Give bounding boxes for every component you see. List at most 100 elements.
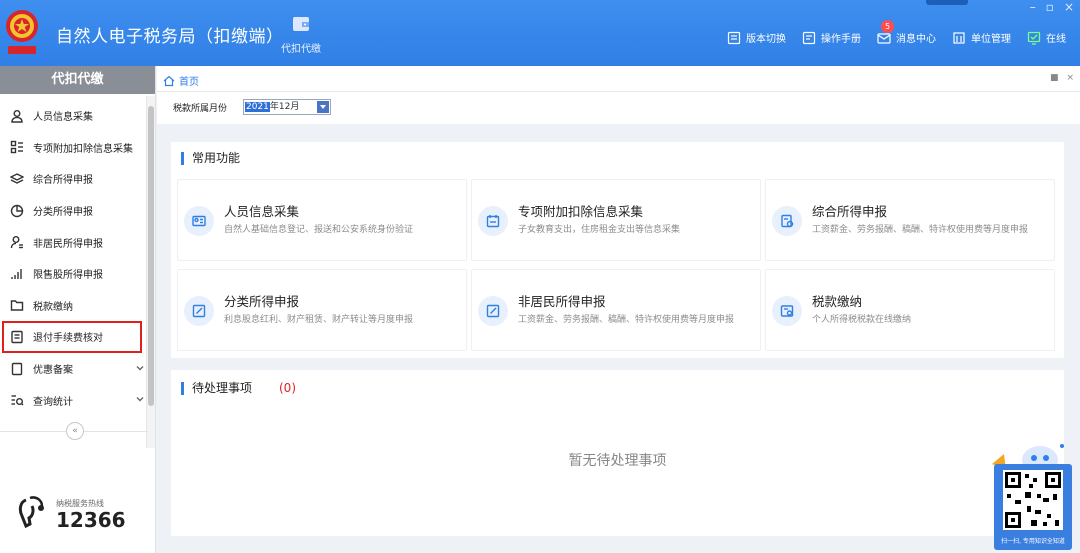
period-select[interactable]: 2021年12月 xyxy=(243,99,331,115)
tab-close-button[interactable]: × xyxy=(1066,73,1074,83)
hotline-label: 纳税服务热线 xyxy=(56,498,104,508)
chevron-down-icon xyxy=(136,397,144,402)
sidebar-item-fee-refund-check[interactable]: 退付手续费核对 xyxy=(2,321,142,353)
message-center-button[interactable]: 5 消息中心 xyxy=(877,20,936,45)
card-person-info[interactable]: 人员信息采集 自然人基础信息登记、报送和公安系统身份验证 xyxy=(177,179,467,261)
card-title: 综合所得申报 xyxy=(812,204,888,219)
folder-icon xyxy=(10,300,24,312)
card-comprehensive-income[interactable]: 综合所得申报 工资薪金、劳务报酬、稿酬、特许权使用费等月度申报 xyxy=(765,179,1055,261)
card-desc: 利息股息红利、财产租赁、财产转让等月度申报 xyxy=(224,315,414,325)
sidebar-item-comprehensive-income[interactable]: 综合所得申报 xyxy=(0,163,146,195)
todo-empty-message: 暂无待处理事项 xyxy=(568,453,667,469)
sidebar-item-special-deduction[interactable]: 专项附加扣除信息采集 xyxy=(0,132,146,164)
sidebar-item-query-statistics[interactable]: 查询统计 xyxy=(0,384,146,416)
tab-restore-button[interactable]: ■ xyxy=(1050,73,1059,83)
qr-code-icon xyxy=(1005,472,1061,528)
wallet-icon xyxy=(293,17,309,31)
card-classified-income[interactable]: 分类所得申报 利息股息红利、财产租赁、财产转让等月度申报 xyxy=(177,269,467,351)
card-title: 分类所得申报 xyxy=(224,294,300,309)
version-switch-label: 版本切换 xyxy=(746,34,786,45)
scrollbar-thumb[interactable] xyxy=(148,106,154,406)
card-nonresident-income[interactable]: 非居民所得申报 工资薪金、劳务报酬、稿酬、特许权使用费等月度申报 xyxy=(471,269,761,351)
card-desc: 个人所得税税款在线缴纳 xyxy=(812,315,912,325)
close-button[interactable]: × xyxy=(1064,0,1074,14)
message-badge: 5 xyxy=(881,20,894,33)
manual-icon xyxy=(802,31,816,44)
card-desc: 子女教育支出，住房租金支出等信息采集 xyxy=(518,225,681,235)
pay-icon xyxy=(780,305,794,317)
dropdown-arrow-icon[interactable] xyxy=(317,101,329,113)
window-controls: – ▫ × xyxy=(1030,0,1074,14)
todo-panel: 待处理事项 (0) 暂无待处理事项 xyxy=(171,370,1064,536)
sidebar-item-restricted-stock[interactable]: 限售股所得申报 xyxy=(0,258,146,290)
bar-signal-icon xyxy=(11,268,22,279)
tab-home-label: 首页 xyxy=(179,77,199,88)
sidebar-item-label: 分类所得申报 xyxy=(33,207,93,219)
doc-add-icon xyxy=(781,214,794,228)
card-icon-wrap xyxy=(478,206,508,236)
tax-emblem-icon xyxy=(6,10,38,54)
sidebar-item-label: 税款缴纳 xyxy=(33,301,73,313)
sidebar-item-nonresident-income[interactable]: 非居民所得申报 xyxy=(0,226,146,258)
sidebar-collapse-button[interactable]: « xyxy=(66,422,84,440)
building-icon xyxy=(953,31,965,44)
card-desc: 工资薪金、劳务报酬、稿酬、特许权使用费等月度申报 xyxy=(518,315,735,325)
sidebar-item-person-info[interactable]: 人员信息采集 xyxy=(0,100,146,132)
tab-bar: 首页 ■ × xyxy=(157,66,1080,92)
sidebar-item-label: 人员信息采集 xyxy=(33,112,93,124)
sidebar-scrollbar[interactable] xyxy=(146,96,155,448)
qr-caption: 扫一扫, 专用知识全知道 xyxy=(1001,538,1065,545)
home-icon xyxy=(163,75,175,86)
online-status[interactable]: 在线 xyxy=(1027,30,1066,45)
hotline: 纳税服务热线 12366 xyxy=(16,494,126,534)
sidebar-item-classified-income[interactable]: 分类所得申报 xyxy=(0,195,146,227)
app-title: 自然人电子税务局（扣缴端） xyxy=(56,27,284,47)
card-desc: 工资薪金、劳务报酬、稿酬、特许权使用费等月度申报 xyxy=(812,225,1029,235)
todo-title: 待处理事项 xyxy=(181,382,252,395)
qr-code xyxy=(1003,470,1063,530)
card-special-deduction[interactable]: 专项附加扣除信息采集 子女教育支出，住房租金支出等信息采集 xyxy=(471,179,761,261)
headset-icon xyxy=(18,496,44,529)
period-label: 税款所属月份 xyxy=(173,104,228,114)
unit-management-button[interactable]: 单位管理 xyxy=(952,30,1011,45)
message-center-label: 消息中心 xyxy=(896,34,936,45)
list-grid-icon xyxy=(10,141,23,154)
pie-icon xyxy=(10,204,24,217)
top-module-withholding[interactable]: 代扣代缴 xyxy=(276,12,326,55)
card-title: 专项附加扣除信息采集 xyxy=(518,204,644,219)
card-icon-wrap xyxy=(772,296,802,326)
document-icon xyxy=(11,362,23,375)
minimize-button[interactable]: – xyxy=(1030,0,1036,14)
manual-label: 操作手册 xyxy=(821,34,861,45)
qr-widget[interactable]: 扫一扫, 专用知识全知道 xyxy=(990,440,1076,550)
online-icon xyxy=(1027,31,1041,45)
online-label: 在线 xyxy=(1046,34,1066,45)
card-title: 人员信息采集 xyxy=(224,204,300,219)
layers-icon xyxy=(10,173,24,184)
version-switch-button[interactable]: 版本切换 xyxy=(727,30,786,45)
id-card-icon xyxy=(192,215,206,227)
tab-home[interactable]: 首页 xyxy=(163,73,199,88)
manual-button[interactable]: 操作手册 xyxy=(802,30,861,45)
common-functions-title: 常用功能 xyxy=(181,152,240,165)
sidebar-item-preferential-filing[interactable]: 优惠备案 xyxy=(0,353,146,385)
sidebar-menu: 人员信息采集 专项附加扣除信息采集 综合所得申报 分类所得申报 非居民所得申报 … xyxy=(0,100,146,416)
period-year: 2021 xyxy=(245,102,270,112)
chevron-down-icon xyxy=(136,365,144,371)
period-bar: 税款所属月份 2021年12月 xyxy=(157,92,1080,124)
calendar-icon xyxy=(486,215,500,228)
period-month: 年12月 xyxy=(269,102,300,112)
tab-controls: ■ × xyxy=(1050,73,1074,83)
sidebar-item-label: 综合所得申报 xyxy=(33,175,93,187)
sidebar-item-tax-payment[interactable]: 税款缴纳 xyxy=(0,290,146,322)
card-tax-payment[interactable]: 税款缴纳 个人所得税税款在线缴纳 xyxy=(765,269,1055,351)
maximize-button[interactable]: ▫ xyxy=(1046,0,1054,14)
card-icon-wrap xyxy=(772,206,802,236)
sidebar-item-label: 退付手续费核对 xyxy=(33,333,103,345)
receipt-icon xyxy=(11,330,23,344)
todo-count: (0) xyxy=(279,381,296,395)
card-desc: 自然人基础信息登记、报送和公安系统身份验证 xyxy=(224,225,414,235)
main-content: 首页 ■ × 税款所属月份 2021年12月 常用功能 人员信息采集 自然人基础… xyxy=(157,66,1080,553)
person-icon xyxy=(11,109,23,123)
unit-management-label: 单位管理 xyxy=(971,34,1011,45)
